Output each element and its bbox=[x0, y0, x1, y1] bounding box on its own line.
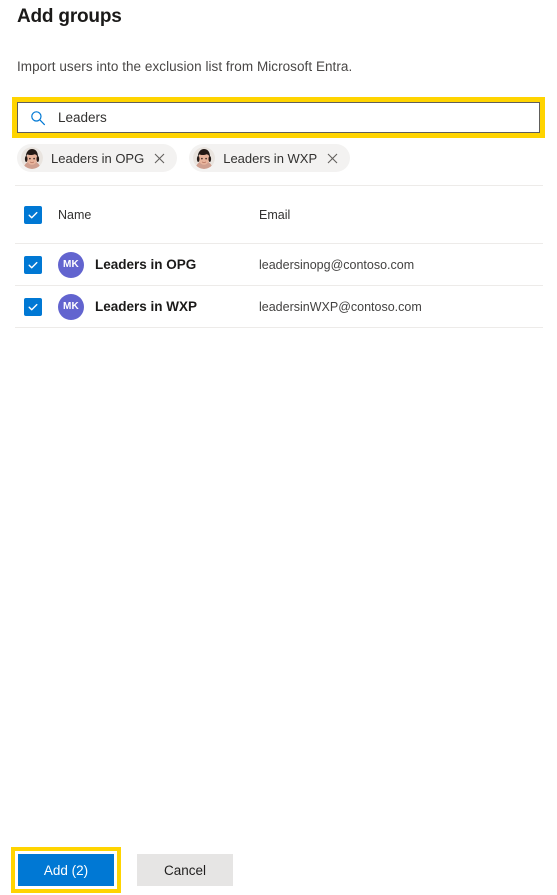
page-title: Add groups bbox=[17, 6, 122, 27]
avatar: MK bbox=[58, 251, 84, 278]
table-header-row: Name Email bbox=[15, 186, 543, 244]
selected-chip[interactable]: Leaders in WXP bbox=[189, 144, 351, 172]
row-email: leadersinopg@contoso.com bbox=[259, 257, 415, 272]
row-name-cell: MK Leaders in WXP bbox=[58, 293, 259, 320]
select-all-checkbox[interactable] bbox=[24, 205, 42, 224]
selected-chips-list: Leaders in OPG Leaders in WXP bbox=[17, 144, 351, 172]
column-header-name-cell: Name bbox=[58, 208, 259, 222]
search-highlight-box: Leaders bbox=[12, 97, 545, 138]
row-name: Leaders in OPG bbox=[95, 257, 197, 272]
search-input-value: Leaders bbox=[58, 109, 107, 125]
column-header-name: Name bbox=[58, 207, 92, 222]
row-name-cell: MK Leaders in OPG bbox=[58, 251, 259, 278]
page-subtitle: Import users into the exclusion list fro… bbox=[17, 59, 353, 74]
groups-table: Name Email MK Leaders in OPG leadersinop… bbox=[15, 185, 543, 328]
column-header-email-cell: Email bbox=[259, 208, 543, 222]
close-icon[interactable] bbox=[150, 149, 168, 167]
row-select-cell bbox=[15, 297, 58, 316]
row-checkbox[interactable] bbox=[24, 255, 42, 274]
search-icon bbox=[30, 110, 46, 126]
add-button-highlight: Add (2) bbox=[11, 847, 121, 893]
cancel-button[interactable]: Cancel bbox=[137, 854, 233, 886]
avatar bbox=[21, 147, 43, 169]
row-name: Leaders in WXP bbox=[95, 299, 198, 314]
column-header-email: Email bbox=[259, 207, 291, 222]
table-row[interactable]: MK Leaders in OPG leadersinopg@contoso.c… bbox=[15, 244, 543, 286]
selected-chip[interactable]: Leaders in OPG bbox=[17, 144, 178, 172]
search-input[interactable]: Leaders bbox=[17, 102, 540, 133]
avatar bbox=[193, 147, 216, 169]
row-select-cell bbox=[15, 255, 58, 274]
close-icon[interactable] bbox=[323, 149, 341, 167]
add-groups-dialog: Add groups Import users into the exclusi… bbox=[0, 0, 557, 895]
chip-label: Leaders in OPG bbox=[51, 150, 145, 166]
avatar: MK bbox=[58, 293, 84, 320]
select-all-cell bbox=[15, 205, 58, 224]
table-row[interactable]: MK Leaders in WXP leadersinWXP@contoso.c… bbox=[15, 286, 543, 328]
add-button[interactable]: Add (2) bbox=[18, 854, 114, 886]
dialog-footer: Add (2) Cancel bbox=[0, 845, 557, 895]
chip-label: Leaders in WXP bbox=[223, 150, 318, 166]
row-email: leadersinWXP@contoso.com bbox=[259, 299, 422, 314]
row-email-cell: leadersinopg@contoso.com bbox=[259, 258, 543, 272]
row-email-cell: leadersinWXP@contoso.com bbox=[259, 300, 543, 314]
row-checkbox[interactable] bbox=[24, 297, 42, 316]
